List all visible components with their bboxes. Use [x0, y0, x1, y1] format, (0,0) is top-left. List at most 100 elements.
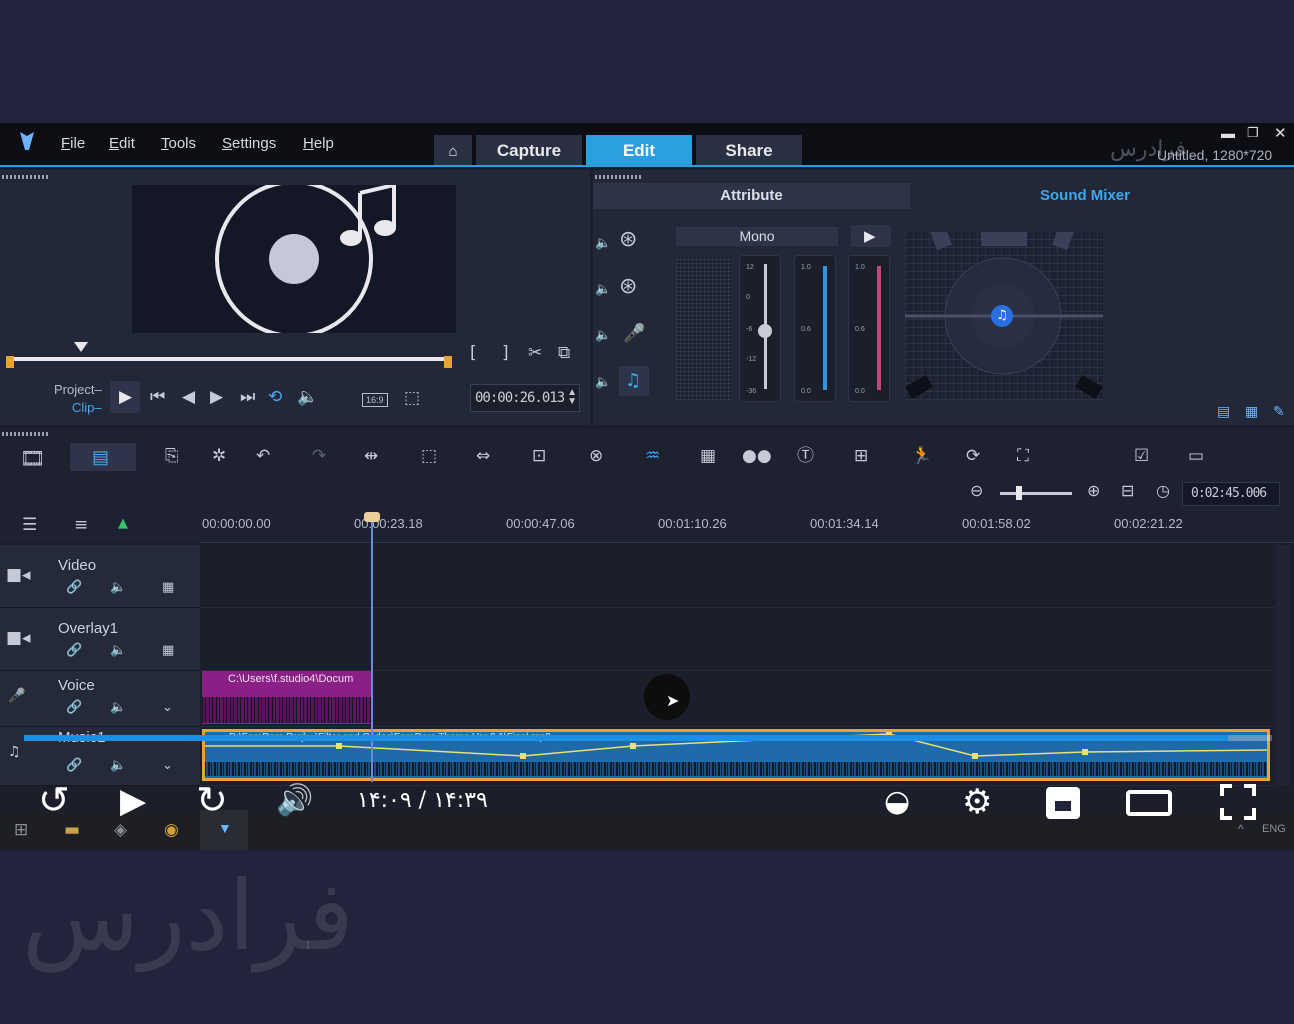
miniplayer-button[interactable] [1046, 787, 1080, 819]
language-indicator[interactable]: ENG [1262, 823, 1286, 835]
view-list-icon[interactable]: ▤ [1217, 405, 1230, 419]
enlarge-icon[interactable]: ⧉ [558, 345, 570, 362]
mask-icon[interactable]: ●● [742, 448, 772, 465]
trim-marker-right[interactable] [444, 356, 452, 368]
go-to-start-icon[interactable]: ⏮ [150, 389, 165, 406]
scrubber-handle[interactable] [74, 342, 88, 352]
taskbar-app-icon[interactable]: ◈ [114, 822, 127, 839]
aspect-ratio-button[interactable]: 16:9 [362, 393, 388, 407]
preview-options-icon[interactable]: ⬚ [404, 390, 420, 407]
next-frame-icon[interactable]: ▶ [210, 389, 223, 406]
rewind-10-button[interactable]: ↺ [38, 778, 70, 822]
chapter-point-icon[interactable]: ≡ [74, 517, 88, 534]
track-volume-icon[interactable]: 🔈 [110, 701, 126, 714]
volume-fader[interactable]: 12 0 -6 -12 -36 [739, 255, 781, 402]
panel-grip[interactable] [595, 175, 643, 179]
multi-camera-icon[interactable]: ▦ [700, 448, 716, 465]
track-volume-icon[interactable]: 🔈 [110, 644, 126, 657]
track-volume-icon[interactable]: 🔈 [110, 759, 126, 772]
project-label[interactable]: Project– [54, 382, 102, 397]
track-header-overlay[interactable]: ■◂ Overlay1 🔗 🔈 ▦ [0, 608, 200, 671]
forward-10-button[interactable]: ↻ [196, 778, 228, 822]
scrub-bar[interactable] [10, 357, 450, 361]
tab-share[interactable]: Share [696, 135, 802, 167]
video-track-lane[interactable] [200, 545, 1275, 608]
settings-gear-icon[interactable]: ⚙ [962, 782, 992, 822]
close-button[interactable]: ✕ [1274, 124, 1287, 142]
tab-attribute[interactable]: Attribute [593, 183, 910, 209]
zoom-slider[interactable] [1000, 492, 1072, 495]
expand-chevron-icon[interactable]: ⌄ [162, 759, 173, 772]
timeline-view-button[interactable]: ▤ [70, 443, 136, 471]
overlay-track-volume-icon[interactable]: 🔈 [595, 283, 611, 296]
voice-track-volume-icon[interactable]: 🔈 [595, 329, 611, 342]
surround-panner[interactable]: ♫ [905, 224, 1103, 400]
windows-start-icon[interactable]: ⊞ [14, 822, 28, 839]
theater-mode-button[interactable] [1126, 790, 1172, 816]
track-grid-icon[interactable]: ▦ [162, 581, 174, 594]
edit-options-icon[interactable]: ✎ [1273, 405, 1285, 419]
fit-project-icon[interactable]: ⇹ [364, 448, 378, 465]
sound-mixer-icon[interactable]: ♒ [645, 448, 660, 465]
expand-chevron-icon[interactable]: ⌄ [162, 701, 173, 714]
minimize-button[interactable]: ▬ [1221, 125, 1235, 141]
zoom-out-icon[interactable]: ⊖ [970, 483, 983, 499]
track-header-voice[interactable]: 🎤 Voice 🔗 🔈 ⌄ [0, 671, 200, 727]
storyboard-view-icon[interactable]: 🎞 [20, 448, 45, 468]
quality-icon[interactable]: ◒ [884, 784, 910, 819]
previous-frame-icon[interactable]: ◀ [182, 389, 195, 406]
fit-timeline-icon[interactable]: ⊟ [1121, 483, 1134, 499]
chrome-icon[interactable]: ◉ [164, 822, 179, 839]
playhead-marker[interactable] [364, 512, 380, 522]
mark-out-icon[interactable]: ] [502, 345, 509, 362]
menu-tools[interactable]: Tools [161, 135, 196, 152]
video-track-reel-icon[interactable]: ⊛ [619, 229, 637, 251]
track-header-video[interactable]: ■◂ Video 🔗 🔈 ▦ [0, 545, 200, 608]
menu-file[interactable]: File [61, 135, 85, 152]
channel-mode-dropdown[interactable]: Mono [676, 227, 838, 246]
menu-edit[interactable]: Edit [109, 135, 135, 152]
fit-screen-icon[interactable]: ⛶ [1017, 448, 1029, 465]
redo-icon[interactable]: ↷ [312, 448, 326, 465]
zoom-in-icon[interactable]: ⊕ [1087, 483, 1100, 499]
timecode-field[interactable]: 00:00:26.013 ▲ ▼ [470, 384, 580, 412]
link-icon[interactable]: 🔗 [66, 701, 82, 714]
home-tab[interactable]: ⌂ [434, 135, 472, 167]
tab-edit[interactable]: Edit [586, 135, 692, 167]
crop-icon[interactable]: ⬚ [421, 448, 437, 465]
clip-label[interactable]: Clip– [72, 400, 102, 415]
rotate-icon[interactable]: ⟳ [966, 448, 980, 465]
track-grid-icon[interactable]: ▦ [162, 644, 174, 657]
music-track-note-button[interactable]: ♫ [619, 366, 649, 396]
mixer-play-button[interactable]: ▶ [851, 225, 891, 247]
panel-grip[interactable] [2, 175, 50, 179]
menu-settings[interactable]: Settings [222, 135, 276, 152]
title-icon[interactable]: Ⓣ [797, 448, 814, 465]
system-volume-icon[interactable]: 🔈 [297, 389, 318, 406]
add-cue-icon[interactable]: ▲ [118, 517, 128, 530]
restore-button[interactable]: ❐ [1247, 125, 1259, 141]
magic-tools-icon[interactable]: ✲ [212, 448, 226, 465]
zoom-slider-handle[interactable] [1016, 486, 1022, 500]
music-track-volume-icon[interactable]: 🔈 [595, 376, 611, 389]
split-clip-icon[interactable]: ✂ [528, 345, 542, 362]
play-button[interactable]: ▶ [110, 381, 140, 413]
voice-clip[interactable]: C:\Users\f.studio4\Docum [202, 671, 372, 724]
record-capture-icon[interactable]: ⊗ [589, 448, 603, 465]
undo-icon[interactable]: ↶ [256, 448, 270, 465]
overlay-track-lane[interactable] [200, 608, 1275, 671]
menu-help[interactable]: Help [303, 135, 334, 152]
timecode-stepper-icon[interactable]: ▲ ▼ [567, 388, 577, 407]
link-icon[interactable]: 🔗 [66, 644, 82, 657]
checklist-icon[interactable]: ☑ [1134, 448, 1149, 465]
player-play-button[interactable]: ▶ [120, 781, 146, 821]
track-volume-icon[interactable]: 🔈 [110, 581, 126, 594]
motion-track-icon[interactable]: ⊡ [532, 448, 546, 465]
timeline-playhead[interactable] [371, 512, 373, 782]
tracks-scrollbar[interactable] [1276, 545, 1290, 785]
player-volume-button[interactable]: 🔊 [276, 783, 313, 818]
grid-icon[interactable]: ⊞ [854, 448, 868, 465]
video-track-volume-icon[interactable]: 🔈 [595, 237, 611, 250]
tab-capture[interactable]: Capture [476, 135, 582, 167]
voice-track-lane[interactable]: C:\Users\f.studio4\Docum [200, 671, 1275, 727]
